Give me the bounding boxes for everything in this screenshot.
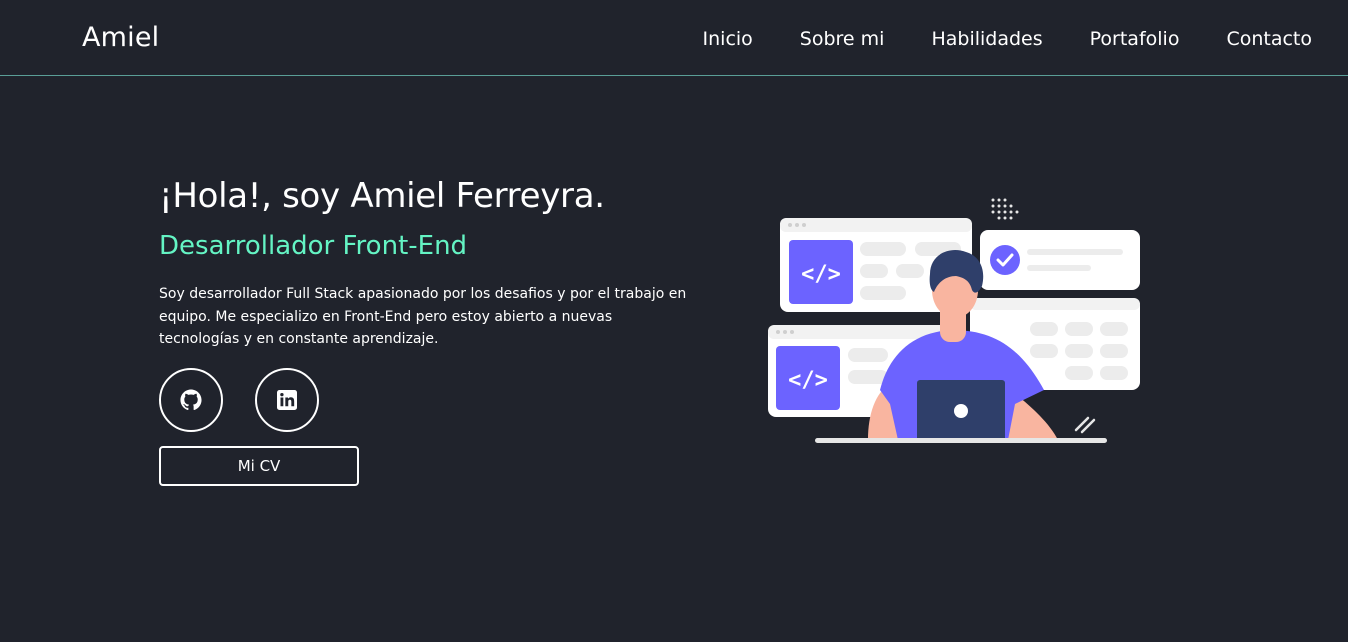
github-link-button[interactable] xyxy=(159,368,223,432)
nav-link-habilidades[interactable]: Habilidades xyxy=(931,24,1042,54)
svg-text:</>: </> xyxy=(788,368,828,393)
svg-text:</>: </> xyxy=(801,262,841,287)
github-icon xyxy=(180,389,202,411)
cv-button[interactable]: Mi CV xyxy=(159,446,359,486)
hero-subtitle: Desarrollador Front-End xyxy=(159,231,468,261)
nav-link-contacto[interactable]: Contacto xyxy=(1226,24,1312,54)
nav-link-portafolio[interactable]: Portafolio xyxy=(1090,24,1180,54)
hero-description: Soy desarrollador Full Stack apasionado … xyxy=(159,286,687,347)
nav-link-inicio[interactable]: Inicio xyxy=(703,24,753,54)
linkedin-icon xyxy=(277,390,297,410)
developer-illustration: </> </> xyxy=(768,198,1140,443)
linkedin-link-button[interactable] xyxy=(255,368,319,432)
nav-link-sobre-mi[interactable]: Sobre mi xyxy=(800,24,885,54)
navbar: Amiel Inicio Sobre mi Habilidades Portaf… xyxy=(0,0,1348,76)
nav-links: Inicio Sobre mi Habilidades Portafolio C… xyxy=(703,24,1312,54)
page: Amiel Inicio Sobre mi Habilidades Portaf… xyxy=(0,0,1348,642)
brand-logo[interactable]: Amiel xyxy=(82,18,159,58)
hero-title: ¡Hola!, soy Amiel Ferreyra. xyxy=(159,176,605,216)
